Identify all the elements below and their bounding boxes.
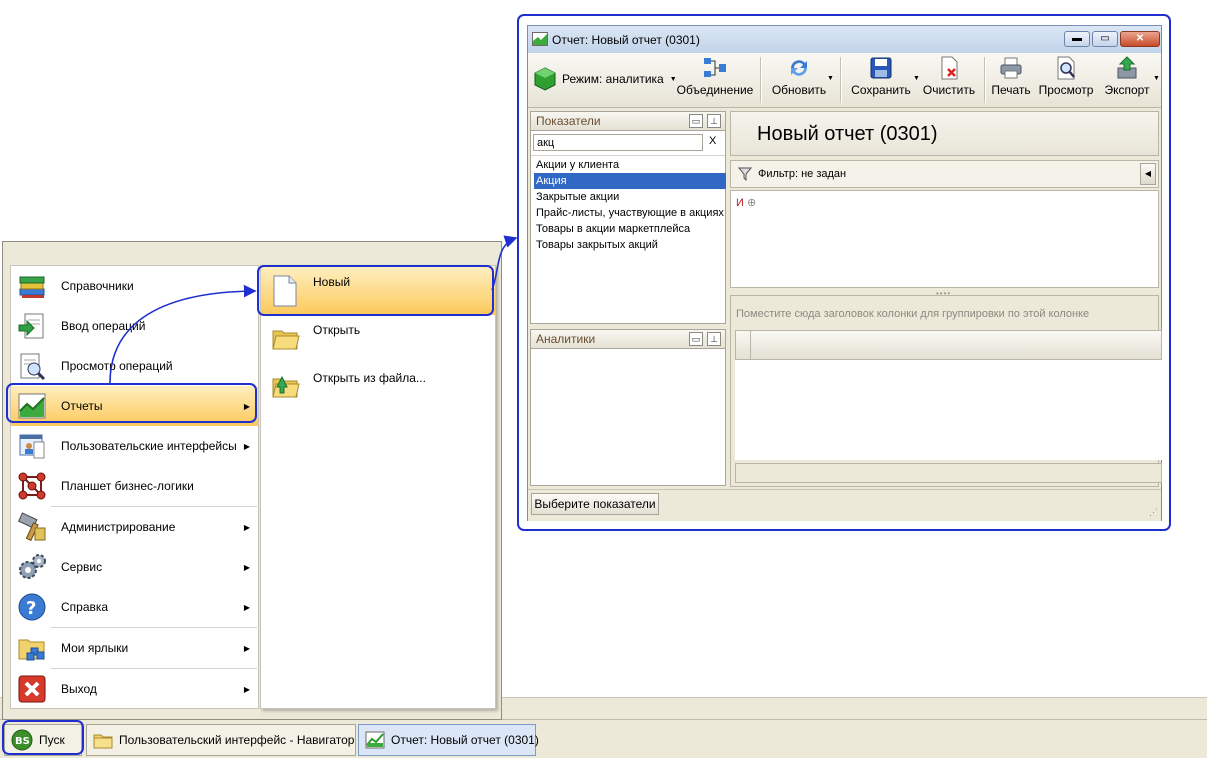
arrow-new-to-window [491,235,518,291]
arrow-reports-to-new [109,284,257,384]
annotation-arrows [109,235,518,384]
